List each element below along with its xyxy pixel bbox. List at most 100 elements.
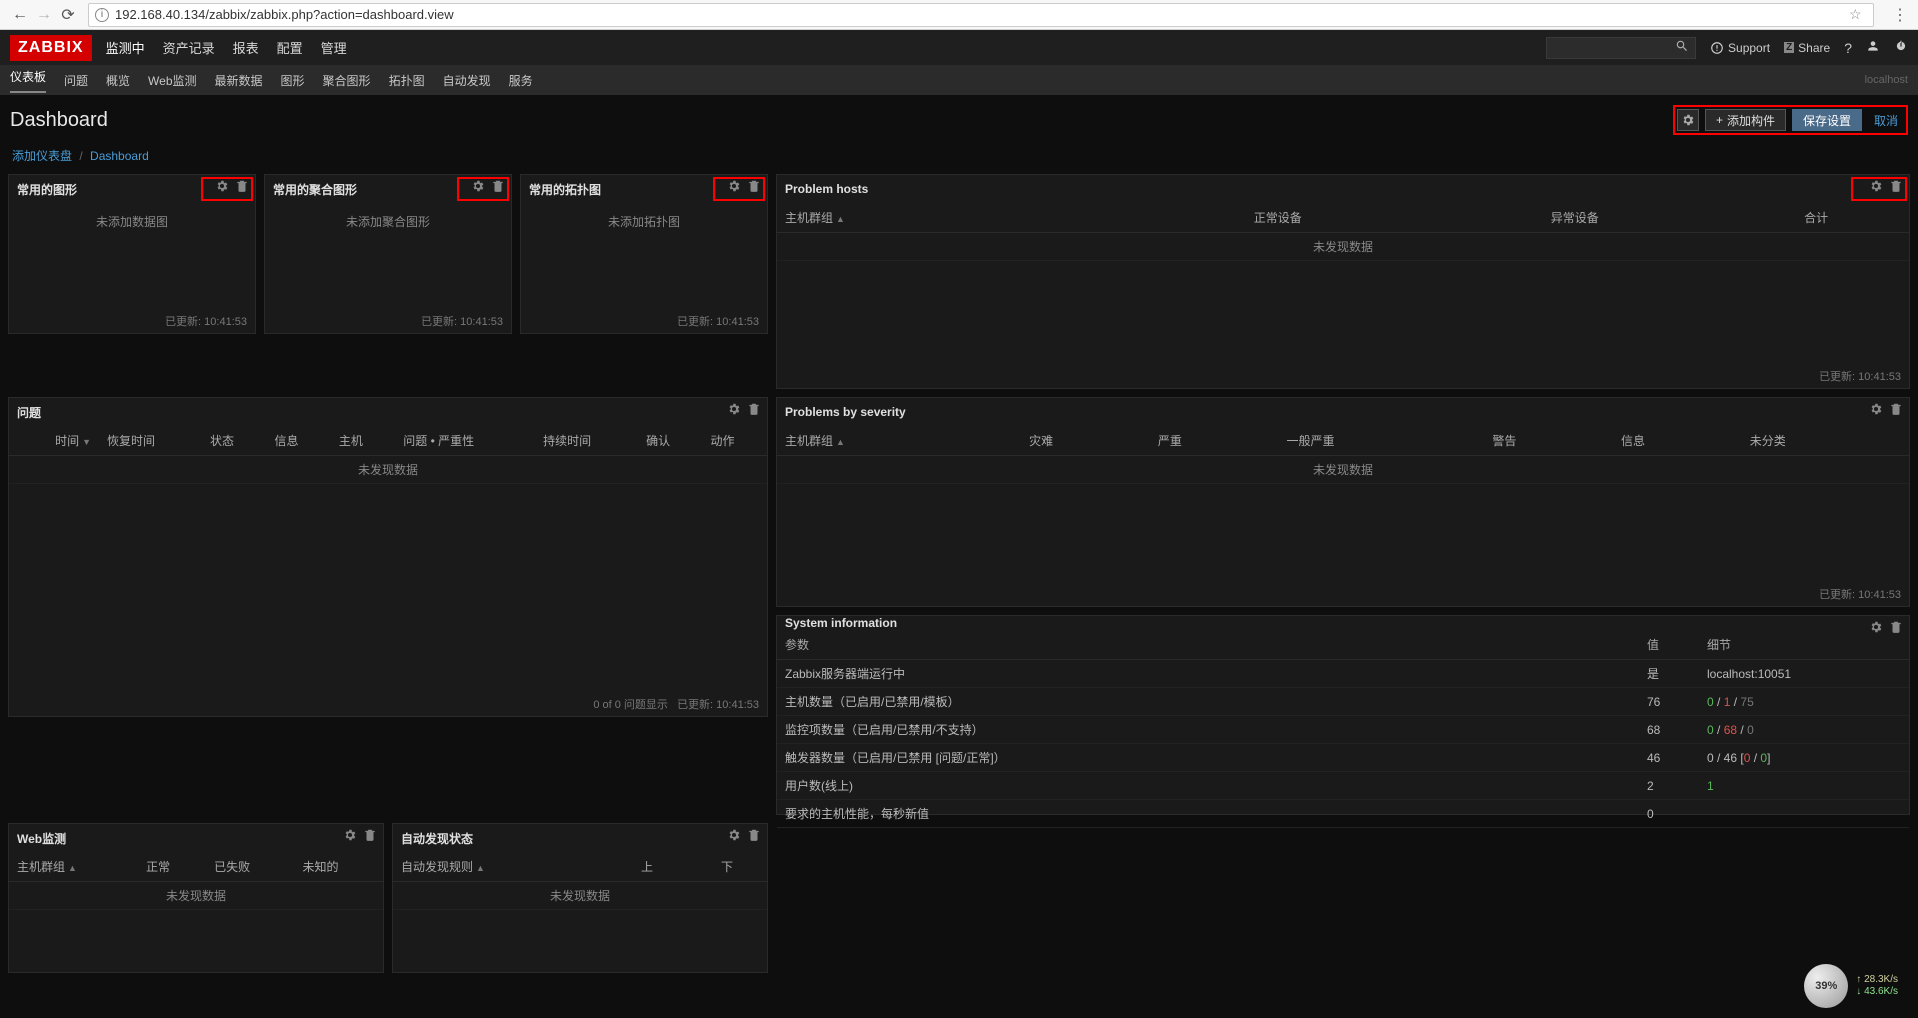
app-header: ZABBIX 监测中 资产记录 报表 配置 管理 Support Z Share…: [0, 30, 1918, 65]
widget-delete-icon[interactable]: [1889, 179, 1903, 196]
col-info[interactable]: 信息: [1613, 426, 1742, 456]
search-input[interactable]: [1553, 41, 1675, 55]
widget-title: 自动发现状态: [393, 824, 767, 852]
submenu-services[interactable]: 服务: [509, 72, 533, 89]
trash-icon: [363, 828, 377, 842]
menu-administration[interactable]: 管理: [321, 38, 347, 57]
widget-delete-icon[interactable]: [747, 402, 761, 419]
user-icon[interactable]: [1866, 39, 1880, 56]
trash-icon: [1889, 620, 1903, 634]
col-normal[interactable]: 正常设备: [1129, 203, 1426, 233]
widget-delete-icon[interactable]: [491, 179, 505, 196]
submenu-discovery[interactable]: 自动发现: [443, 72, 491, 89]
col-failed[interactable]: 已失败: [206, 852, 294, 882]
col-info[interactable]: 信息: [266, 426, 330, 456]
net-ball-icon[interactable]: 39%: [1804, 964, 1848, 1008]
col-problem-severity[interactable]: 问题 • 严重性: [395, 426, 535, 456]
sysinfo-detail: localhost:10051: [1699, 660, 1909, 688]
col-duration[interactable]: 持续时间: [535, 426, 638, 456]
col-down[interactable]: 下: [687, 852, 767, 882]
submenu-dashboard[interactable]: 仪表板: [10, 68, 46, 93]
search-icon[interactable]: [1675, 39, 1689, 56]
widget-severity: Problems by severity 主机群组▲ 灾难 严重 一般严重 警告…: [776, 397, 1910, 607]
col-average[interactable]: 一般严重: [1279, 426, 1485, 456]
col-hostgroup[interactable]: 主机群组▲: [777, 426, 1021, 456]
table-row: 要求的主机性能，每秒新值0: [777, 800, 1909, 828]
widget-edit-icon[interactable]: [727, 828, 741, 845]
browser-menu-icon[interactable]: ⋮: [1890, 5, 1910, 25]
widget-delete-icon[interactable]: [1889, 620, 1903, 637]
col-status[interactable]: 状态: [202, 426, 266, 456]
widget-edit-icon[interactable]: [727, 402, 741, 419]
url-bar[interactable]: i 192.168.40.134/zabbix/zabbix.php?actio…: [88, 3, 1874, 27]
save-button[interactable]: 保存设置: [1792, 109, 1862, 131]
reload-button[interactable]: ⟳: [56, 3, 80, 27]
site-info-icon[interactable]: i: [95, 8, 109, 22]
widget-edit-icon[interactable]: [343, 828, 357, 845]
col-notclassified[interactable]: 未分类: [1742, 426, 1909, 456]
menu-configuration[interactable]: 配置: [277, 38, 303, 57]
widget-delete-icon[interactable]: [235, 179, 249, 196]
sysinfo-detail: 1: [1699, 772, 1909, 800]
col-rule[interactable]: 自动发现规则▲: [393, 852, 607, 882]
submenu-overview[interactable]: 概览: [106, 72, 130, 89]
help-icon[interactable]: ?: [1844, 40, 1852, 56]
forward-button[interactable]: →: [32, 3, 56, 27]
col-high[interactable]: 严重: [1150, 426, 1279, 456]
sysinfo-detail: 0 / 46 [0 / 0]: [1699, 744, 1909, 772]
sysinfo-param: 触发器数量（已启用/已禁用 [问题/正常]）: [777, 744, 1639, 772]
widget-edit-icon[interactable]: [1869, 620, 1883, 637]
col-disaster[interactable]: 灾难: [1021, 426, 1150, 456]
breadcrumb-root[interactable]: 添加仪表盘: [12, 149, 72, 163]
menu-monitoring[interactable]: 监测中: [106, 38, 145, 57]
col-total[interactable]: 合计: [1723, 203, 1909, 233]
submenu-latest[interactable]: 最新数据: [215, 72, 263, 89]
back-button[interactable]: ←: [8, 3, 32, 27]
col-host[interactable]: 主机: [331, 426, 395, 456]
submenu-graphs[interactable]: 图形: [281, 72, 305, 89]
gear-icon: [343, 828, 357, 842]
menu-reports[interactable]: 报表: [233, 38, 259, 57]
breadcrumb-current[interactable]: Dashboard: [90, 149, 149, 163]
sysinfo-value: 46: [1639, 744, 1699, 772]
col-up[interactable]: 上: [607, 852, 687, 882]
col-hostgroup[interactable]: 主机群组▲: [9, 852, 138, 882]
cancel-link[interactable]: 取消: [1868, 112, 1904, 129]
support-link[interactable]: Support: [1710, 41, 1770, 55]
widget-delete-icon[interactable]: [747, 828, 761, 845]
col-abnormal[interactable]: 异常设备: [1426, 203, 1723, 233]
power-icon[interactable]: [1894, 39, 1908, 56]
add-widget-button[interactable]: + 添加构件: [1705, 109, 1786, 131]
widget-delete-icon[interactable]: [1889, 402, 1903, 419]
zabbix-logo[interactable]: ZABBIX: [10, 35, 92, 61]
share-link[interactable]: Z Share: [1784, 41, 1830, 55]
col-time[interactable]: 时间▼: [9, 426, 99, 456]
widget-edit-icon[interactable]: [1869, 179, 1883, 196]
widget-edit-icon[interactable]: [471, 179, 485, 196]
col-actions[interactable]: 动作: [703, 426, 767, 456]
dashboard-settings-button[interactable]: [1677, 109, 1699, 131]
gear-icon: [215, 179, 229, 193]
col-recovery[interactable]: 恢复时间: [99, 426, 202, 456]
dashboard-edit-actions: + 添加构件 保存设置 取消: [1673, 105, 1908, 135]
trash-icon: [1889, 402, 1903, 416]
col-ack[interactable]: 确认: [638, 426, 702, 456]
widget-empty-text: 未添加聚合图形: [265, 203, 511, 309]
widget-edit-icon[interactable]: [215, 179, 229, 196]
submenu-screens[interactable]: 聚合图形: [323, 72, 371, 89]
submenu-maps[interactable]: 拓扑图: [389, 72, 425, 89]
col-ok[interactable]: 正常: [138, 852, 206, 882]
submenu-problems[interactable]: 问题: [64, 72, 88, 89]
col-warning[interactable]: 警告: [1484, 426, 1613, 456]
sysinfo-detail: [1699, 800, 1909, 828]
menu-inventory[interactable]: 资产记录: [163, 38, 215, 57]
widget-edit-icon[interactable]: [1869, 402, 1883, 419]
search-box[interactable]: [1546, 37, 1696, 59]
widget-edit-icon[interactable]: [727, 179, 741, 196]
col-unknown[interactable]: 未知的: [295, 852, 383, 882]
submenu-web[interactable]: Web监测: [148, 72, 196, 89]
col-hostgroup[interactable]: 主机群组▲: [777, 203, 1129, 233]
widget-delete-icon[interactable]: [747, 179, 761, 196]
widget-delete-icon[interactable]: [363, 828, 377, 845]
bookmark-star-icon[interactable]: ☆: [1849, 6, 1867, 23]
